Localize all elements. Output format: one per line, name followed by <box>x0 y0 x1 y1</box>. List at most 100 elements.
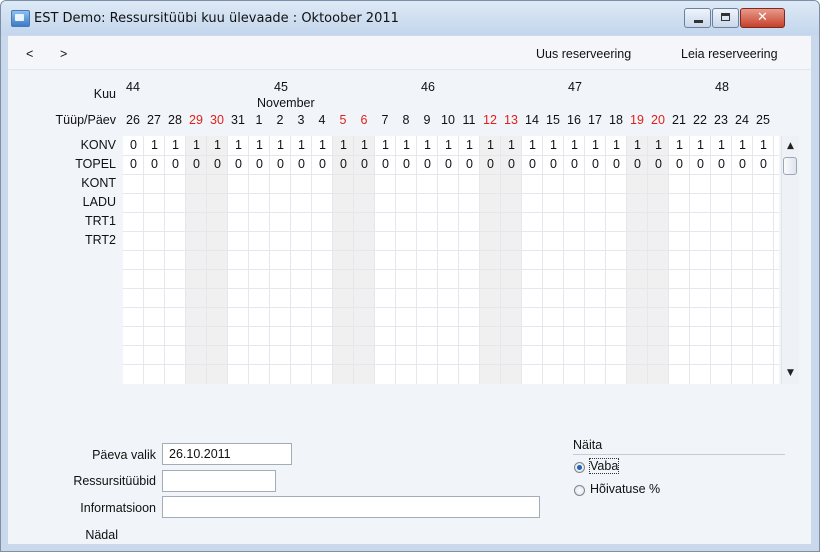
maximize-icon <box>721 13 730 21</box>
display-occupancy-radio[interactable] <box>574 485 585 496</box>
availability-cell[interactable]: 0 <box>312 155 333 174</box>
availability-cell[interactable]: 0 <box>606 155 627 174</box>
availability-cell[interactable]: 1 <box>144 136 165 155</box>
scroll-up-icon[interactable]: ▲ <box>782 139 799 153</box>
availability-cell[interactable]: 0 <box>459 155 480 174</box>
availability-cell[interactable]: 1 <box>207 136 228 155</box>
availability-cell[interactable]: 1 <box>711 136 732 155</box>
availability-cell[interactable]: 1 <box>501 136 522 155</box>
availability-cell[interactable]: 1 <box>669 136 690 155</box>
availability-cell[interactable]: 0 <box>627 155 648 174</box>
availability-cell[interactable]: 0 <box>375 155 396 174</box>
day-header: 5 <box>339 113 347 127</box>
window-title: EST Demo: Ressursitüübi kuu ülevaade : O… <box>34 11 399 26</box>
availability-cell[interactable]: 0 <box>690 155 711 174</box>
scrollbar-thumb[interactable] <box>783 157 797 175</box>
day-header: 14 <box>525 113 539 127</box>
availability-cell[interactable]: 0 <box>564 155 585 174</box>
availability-cell[interactable]: 1 <box>543 136 564 155</box>
availability-cell[interactable]: 0 <box>501 155 522 174</box>
grid-row-line <box>123 364 779 365</box>
availability-cell[interactable]: 1 <box>690 136 711 155</box>
day-header: 25 <box>756 113 770 127</box>
availability-cell[interactable]: 0 <box>333 155 354 174</box>
week-number: 45 <box>274 80 288 94</box>
availability-cell[interactable]: 0 <box>669 155 690 174</box>
window-content: < > Uus reserveering Leia reserveering K… <box>8 36 811 544</box>
display-free-label[interactable]: Vaba <box>588 458 620 474</box>
availability-cell[interactable]: 0 <box>753 155 774 174</box>
month-label: November <box>257 96 315 110</box>
availability-cell[interactable]: 1 <box>753 136 774 155</box>
day-header: 8 <box>402 113 410 127</box>
information-field[interactable] <box>162 496 540 518</box>
app-window: EST Demo: Ressursitüübi kuu ülevaade : O… <box>0 0 820 552</box>
close-button[interactable]: ✕ <box>740 8 785 28</box>
day-header: 26 <box>126 113 140 127</box>
maximize-button[interactable] <box>712 8 739 28</box>
minimize-icon <box>694 20 703 23</box>
availability-cell[interactable]: 0 <box>270 155 291 174</box>
availability-cell[interactable]: 1 <box>438 136 459 155</box>
availability-cell[interactable]: 0 <box>186 155 207 174</box>
availability-cell[interactable]: 0 <box>396 155 417 174</box>
availability-cell[interactable]: 0 <box>732 155 753 174</box>
availability-cell[interactable]: 0 <box>354 155 375 174</box>
availability-cell[interactable]: 1 <box>354 136 375 155</box>
availability-cell[interactable]: 1 <box>627 136 648 155</box>
availability-cell[interactable]: 0 <box>165 155 186 174</box>
availability-cell[interactable]: 1 <box>165 136 186 155</box>
find-reservation-button[interactable]: Leia reserveering <box>681 47 778 61</box>
availability-cell[interactable]: 0 <box>228 155 249 174</box>
availability-cell[interactable]: 1 <box>333 136 354 155</box>
availability-cell[interactable]: 1 <box>480 136 501 155</box>
minimize-button[interactable] <box>684 8 711 28</box>
availability-cell[interactable]: 0 <box>123 155 144 174</box>
availability-cell[interactable]: 0 <box>249 155 270 174</box>
title-bar[interactable]: EST Demo: Ressursitüübi kuu ülevaade : O… <box>1 1 819 35</box>
grid-row-line <box>123 288 779 289</box>
availability-cell[interactable]: 1 <box>585 136 606 155</box>
previous-month-button[interactable]: < <box>26 47 33 61</box>
availability-cell[interactable]: 1 <box>228 136 249 155</box>
availability-cell[interactable]: 1 <box>648 136 669 155</box>
availability-cell[interactable]: 1 <box>522 136 543 155</box>
availability-cell[interactable]: 0 <box>522 155 543 174</box>
date-selection-field[interactable]: 26.10.2011 <box>162 443 292 465</box>
availability-cell[interactable]: 0 <box>144 155 165 174</box>
availability-cell[interactable]: 1 <box>606 136 627 155</box>
availability-cell[interactable]: 1 <box>291 136 312 155</box>
availability-grid[interactable]: 0111111111111111111111111111111000000000… <box>123 136 779 384</box>
new-reservation-button[interactable]: Uus reserveering <box>536 47 631 61</box>
availability-cell[interactable]: 1 <box>417 136 438 155</box>
availability-cell[interactable]: 0 <box>438 155 459 174</box>
availability-cell[interactable]: 1 <box>249 136 270 155</box>
display-occupancy-label[interactable]: Hõivatuse % <box>590 482 660 496</box>
availability-cell[interactable]: 1 <box>312 136 333 155</box>
availability-cell[interactable]: 0 <box>480 155 501 174</box>
availability-cell[interactable]: 0 <box>543 155 564 174</box>
availability-cell[interactable]: 1 <box>732 136 753 155</box>
display-free-radio[interactable] <box>574 462 585 473</box>
availability-cell[interactable]: 0 <box>417 155 438 174</box>
availability-cell[interactable]: 0 <box>648 155 669 174</box>
resource-types-field[interactable] <box>162 470 276 492</box>
day-header: 9 <box>423 113 431 127</box>
vertical-scrollbar[interactable]: ▲ ▼ <box>781 136 799 384</box>
availability-cell[interactable]: 1 <box>375 136 396 155</box>
availability-cell[interactable]: 0 <box>585 155 606 174</box>
availability-cell[interactable]: 0 <box>711 155 732 174</box>
day-header: 21 <box>672 113 686 127</box>
availability-cell[interactable]: 1 <box>186 136 207 155</box>
scroll-down-icon[interactable]: ▼ <box>782 366 799 380</box>
availability-cell[interactable]: 1 <box>270 136 291 155</box>
availability-cell[interactable]: 1 <box>396 136 417 155</box>
availability-cell[interactable]: 1 <box>564 136 585 155</box>
day-header: 10 <box>441 113 455 127</box>
availability-cell[interactable]: 1 <box>459 136 480 155</box>
day-row-label: Tüüp/Päev <box>55 113 116 127</box>
availability-cell[interactable]: 0 <box>123 136 144 155</box>
next-month-button[interactable]: > <box>60 47 67 61</box>
availability-cell[interactable]: 0 <box>207 155 228 174</box>
availability-cell[interactable]: 0 <box>291 155 312 174</box>
